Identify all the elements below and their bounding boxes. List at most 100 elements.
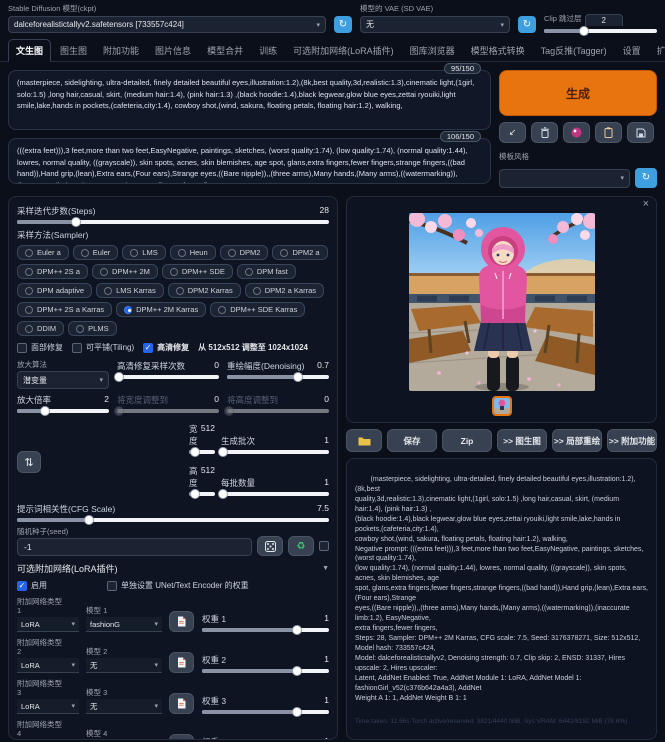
slider-handle[interactable] bbox=[190, 489, 200, 499]
slider-handle[interactable] bbox=[579, 26, 589, 36]
sampler-option[interactable]: DPM++ 2S a bbox=[17, 264, 88, 279]
tab-extensions[interactable]: 扩展 bbox=[650, 40, 665, 61]
addnet-weight-value[interactable]: 1 bbox=[324, 736, 329, 740]
apply-style-button[interactable] bbox=[595, 122, 622, 143]
addnet-weight-value[interactable]: 1 bbox=[324, 613, 329, 625]
styles-select[interactable]: ▾ bbox=[499, 169, 630, 188]
tab-txt2img[interactable]: 文生图 bbox=[8, 39, 51, 62]
denoising-slider[interactable] bbox=[227, 375, 329, 379]
batch-count-slider[interactable] bbox=[221, 450, 329, 454]
slider-handle[interactable] bbox=[190, 447, 200, 457]
height-value[interactable]: 512 bbox=[201, 465, 215, 489]
width-slider[interactable] bbox=[189, 450, 215, 454]
tab-additional-networks[interactable]: 可选附加网络(LoRA插件) bbox=[286, 40, 401, 61]
slider-handle[interactable] bbox=[293, 372, 303, 382]
sampler-option[interactable]: DPM2 a bbox=[272, 245, 327, 260]
slider-handle[interactable] bbox=[218, 489, 228, 499]
upscale-by-value[interactable]: 2 bbox=[104, 394, 109, 406]
addnet-model-info-button[interactable] bbox=[169, 734, 194, 740]
slider-handle[interactable] bbox=[292, 625, 302, 635]
random-seed-button[interactable] bbox=[257, 536, 283, 556]
addnet-weight-value[interactable]: 1 bbox=[324, 695, 329, 707]
slider-handle[interactable] bbox=[292, 666, 302, 676]
close-icon[interactable]: × bbox=[643, 198, 649, 210]
tab-model-converter[interactable]: 模型格式转换 bbox=[464, 40, 532, 61]
tab-extras[interactable]: 附加功能 bbox=[96, 40, 146, 61]
sampler-option[interactable]: DPM adaptive bbox=[17, 283, 92, 298]
height-slider[interactable] bbox=[189, 492, 215, 496]
sampler-option[interactable]: DPM fast bbox=[237, 264, 296, 279]
clip-skip-slider[interactable] bbox=[544, 29, 657, 33]
sampler-option[interactable]: Euler a bbox=[17, 245, 69, 260]
addnet-weight-slider[interactable] bbox=[202, 628, 329, 632]
slider-handle[interactable] bbox=[84, 515, 94, 525]
hires-steps-value[interactable]: 0 bbox=[214, 360, 219, 372]
refresh-vae-button[interactable]: ↻ bbox=[518, 16, 536, 33]
clip-skip-value[interactable]: 2 bbox=[585, 14, 623, 26]
send-to-inpaint-button[interactable]: >> 局部重绘 bbox=[552, 429, 602, 452]
hires-fix-checkbox[interactable]: ✓高清修复 bbox=[143, 342, 189, 353]
save-button[interactable]: 保存 bbox=[387, 429, 437, 452]
cfg-slider[interactable] bbox=[17, 518, 329, 522]
addnet-model-info-button[interactable] bbox=[169, 611, 194, 632]
sampler-option[interactable]: Euler bbox=[73, 245, 119, 260]
vae-select[interactable]: 无 ▾ bbox=[360, 16, 510, 33]
seed-extra-checkbox[interactable] bbox=[319, 541, 329, 551]
send-to-extras-button[interactable]: >> 附加功能 bbox=[607, 429, 657, 452]
addnet-type-select[interactable]: LoRA▾ bbox=[17, 699, 79, 714]
sampler-option[interactable]: DPM2 a Karras bbox=[245, 283, 324, 298]
sampler-option[interactable]: Heun bbox=[170, 245, 216, 260]
slider-handle[interactable] bbox=[292, 707, 302, 717]
sampler-option[interactable]: DPM++ SDE bbox=[162, 264, 233, 279]
steps-value[interactable]: 28 bbox=[320, 205, 329, 217]
addnet-type-select[interactable]: LoRA▾ bbox=[17, 617, 79, 632]
steps-slider[interactable] bbox=[17, 220, 329, 224]
hires-steps-slider[interactable] bbox=[117, 375, 219, 379]
addnet-enable-checkbox[interactable]: ✓启用 bbox=[17, 580, 47, 591]
sampler-option[interactable]: LMS bbox=[122, 245, 165, 260]
tab-settings[interactable]: 设置 bbox=[616, 40, 648, 61]
open-folder-button[interactable] bbox=[346, 429, 382, 452]
swap-dimensions-button[interactable]: ⇅ bbox=[17, 451, 41, 473]
slider-handle[interactable] bbox=[40, 406, 50, 416]
gallery-thumbnail[interactable] bbox=[492, 396, 512, 416]
refresh-checkpoint-button[interactable]: ↻ bbox=[334, 16, 352, 33]
refresh-styles-button[interactable]: ↻ bbox=[635, 168, 657, 188]
sampler-option[interactable]: DDIM bbox=[17, 321, 64, 336]
addnet-model-select[interactable]: fashionG▾ bbox=[86, 617, 162, 632]
cfg-value[interactable]: 7.5 bbox=[317, 503, 329, 515]
addnet-accordion-header[interactable]: 可选附加网络(LoRA插件) ▼ bbox=[17, 562, 329, 575]
addnet-model-info-button[interactable] bbox=[169, 693, 194, 714]
seed-input[interactable]: -1 bbox=[17, 538, 252, 556]
sampler-option[interactable]: DPM++ 2M bbox=[92, 264, 158, 279]
tab-img2img[interactable]: 图生图 bbox=[53, 40, 94, 61]
sampler-option[interactable]: PLMS bbox=[68, 321, 116, 336]
tab-image-browser[interactable]: 图库浏览器 bbox=[403, 40, 462, 61]
save-style-button[interactable] bbox=[627, 122, 654, 143]
tab-tagger[interactable]: Tag反推(Tagger) bbox=[534, 40, 614, 61]
addnet-separate-weights-checkbox[interactable]: 单独设置 UNet/Text Encoder 的权重 bbox=[107, 580, 249, 591]
addnet-weight-slider[interactable] bbox=[202, 710, 329, 714]
slider-handle[interactable] bbox=[114, 372, 124, 382]
zip-button[interactable]: Zip bbox=[442, 429, 492, 452]
addnet-weight-value[interactable]: 1 bbox=[324, 654, 329, 666]
addnet-type-select[interactable]: LoRA▾ bbox=[17, 658, 79, 673]
batch-count-value[interactable]: 1 bbox=[324, 435, 329, 447]
checkpoint-select[interactable]: dalceforealistictallyv2.safetensors [733… bbox=[8, 16, 326, 33]
generated-image[interactable] bbox=[409, 213, 595, 391]
reuse-seed-button[interactable]: ♻ bbox=[288, 536, 314, 556]
tiling-checkbox[interactable]: 可平铺(Tiling) bbox=[72, 342, 134, 353]
tab-train[interactable]: 训练 bbox=[252, 40, 284, 61]
sampler-option-selected[interactable]: DPM++ 2M Karras bbox=[116, 302, 206, 317]
tab-png-info[interactable]: 图片信息 bbox=[148, 40, 198, 61]
sampler-option[interactable]: DPM2 Karras bbox=[168, 283, 241, 298]
paste-params-button[interactable]: ↙ bbox=[499, 122, 526, 143]
sampler-option[interactable]: LMS Karras bbox=[96, 283, 164, 298]
upscaler-select[interactable]: 潜变量▾ bbox=[17, 371, 109, 389]
clear-prompt-button[interactable] bbox=[531, 122, 558, 143]
denoising-value[interactable]: 0.7 bbox=[317, 360, 329, 372]
batch-size-value[interactable]: 1 bbox=[324, 477, 329, 489]
addnet-model-info-button[interactable] bbox=[169, 652, 194, 673]
send-to-img2img-button[interactable]: >> 图生图 bbox=[497, 429, 547, 452]
upscale-by-slider[interactable] bbox=[17, 409, 109, 413]
